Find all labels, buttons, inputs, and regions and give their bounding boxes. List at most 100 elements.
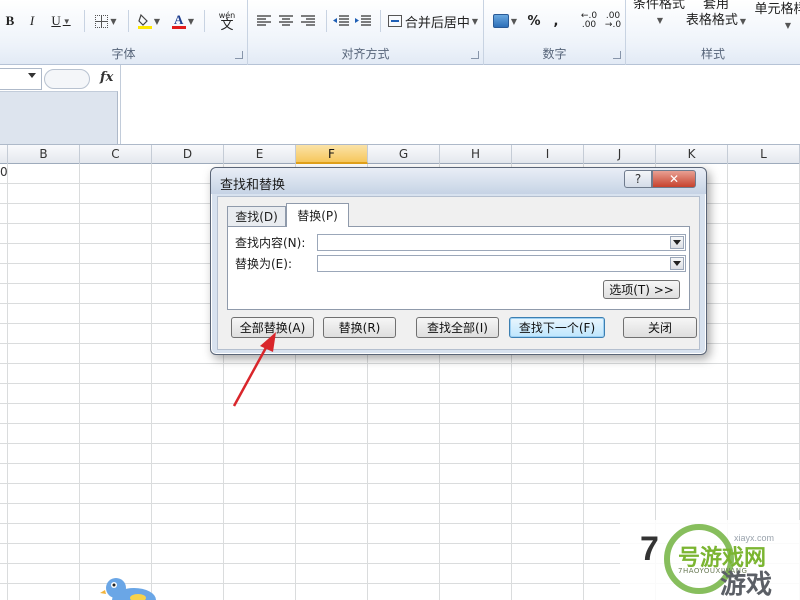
currency-button[interactable]: ▼ (490, 10, 520, 32)
find-all-button[interactable]: 查找全部(I) (416, 317, 499, 338)
styles-group-label: 样式 (700, 47, 725, 61)
chevron-down-icon[interactable] (670, 236, 684, 249)
percent-button[interactable]: % (526, 10, 542, 32)
column-headers: BCDEFGHIJKL (0, 145, 800, 164)
decrease-decimal-icon: →.0 (604, 20, 622, 30)
column-header-d[interactable]: D (152, 145, 224, 164)
chevron-down-icon: ▼ (153, 16, 161, 26)
dialog-launcher-icon[interactable] (613, 51, 621, 59)
chevron-down-icon[interactable] (28, 73, 36, 78)
format-as-table-button[interactable]: 套用 表格格式 ▼ (684, 0, 748, 28)
column-header-l[interactable]: L (728, 145, 800, 164)
find-what-input[interactable] (317, 234, 686, 251)
find-replace-dialog: 查找和替换 ? ✕ 查找(D) 替换(P) 查找内容(N): 替换为(E): 选… (210, 167, 707, 355)
bird-mascot-icon (100, 578, 156, 600)
watermark-number: 7 (640, 530, 659, 568)
align-center-icon[interactable] (278, 10, 294, 32)
grid-column-line (79, 164, 80, 600)
svg-text:A: A (174, 12, 184, 27)
border-grid-icon (95, 14, 109, 28)
increase-decimal-button[interactable]: ←.0.00 (578, 10, 600, 32)
chevron-down-icon: ▼ (784, 21, 792, 30)
name-box[interactable] (0, 68, 42, 90)
tab-replace[interactable]: 替换(P) (286, 203, 349, 227)
column-header-k[interactable]: K (656, 145, 728, 164)
column-header-i[interactable]: I (512, 145, 584, 164)
border-button[interactable]: ▼ (90, 10, 122, 32)
grid-column-line (7, 164, 8, 600)
font-group: B I U ▼ ▼ ▼ A ▼ wén 文 字体 (0, 0, 248, 65)
decrease-decimal-button[interactable]: .00 →.0 (602, 10, 624, 32)
phonetic-char: 文 (220, 18, 234, 33)
replace-with-input[interactable] (317, 255, 686, 272)
ribbon: B I U ▼ ▼ ▼ A ▼ wén 文 字体 合并后居中 ▼ 对齐方式 ▼ … (0, 0, 800, 65)
paint-bucket-icon (137, 13, 152, 29)
chevron-down-icon: ▼ (510, 16, 518, 26)
help-button[interactable]: ? (624, 170, 652, 188)
font-color-icon: A (171, 12, 186, 30)
bold-button[interactable]: B (2, 10, 18, 32)
column-header-h[interactable]: H (440, 145, 512, 164)
number-group-label: 数字 (542, 47, 567, 61)
replace-with-label: 替换为(E): (235, 257, 292, 271)
comma-button[interactable]: , (550, 10, 562, 32)
conditional-format-button[interactable]: 条件格式 ▼ (628, 0, 690, 25)
phonetic-button[interactable]: wén 文 (210, 10, 244, 32)
alignment-group: 合并后居中 ▼ 对齐方式 (248, 0, 484, 65)
underline-label: U (51, 13, 61, 28)
format-table-label-2: 表格格式 ▼ (685, 12, 747, 28)
font-color-button[interactable]: A ▼ (168, 10, 198, 32)
chevron-down-icon: ▼ (62, 16, 71, 26)
find-next-button[interactable]: 查找下一个(F) (509, 317, 605, 338)
merge-center-label: 合并后居中 (404, 15, 470, 31)
formula-resize-handle[interactable] (44, 69, 90, 89)
column-header-c[interactable]: C (80, 145, 152, 164)
increase-decimal-label: .00 (581, 20, 597, 30)
cell-styles-button[interactable]: 单元格样式 ▼ (748, 2, 800, 30)
chevron-down-icon: ▼ (656, 16, 664, 25)
currency-icon (492, 14, 509, 28)
replace-button[interactable]: 替换(R) (323, 317, 396, 338)
alignment-group-label: 对齐方式 (341, 47, 390, 61)
watermark-logo: 7 xiayx.com 号游戏网 7HAOYOUXIWANG 游戏 (620, 520, 800, 600)
column-header-b[interactable]: B (8, 145, 80, 164)
formula-input[interactable] (120, 65, 800, 144)
dialog-launcher-icon[interactable] (471, 51, 479, 59)
column-header-j[interactable]: J (584, 145, 656, 164)
italic-button[interactable]: I (24, 10, 40, 32)
font-group-label: 字体 (111, 47, 136, 61)
dialog-title: 查找和替换 (220, 178, 286, 193)
insert-function-icon[interactable]: fx (100, 70, 116, 88)
cell-styles-label: 单元格样式 (754, 2, 800, 17)
align-left-icon[interactable] (256, 10, 272, 32)
merge-cells-icon (387, 15, 402, 27)
fill-color-button[interactable]: ▼ (134, 10, 164, 32)
chevron-down-icon[interactable] (670, 257, 684, 270)
chevron-down-icon: ▼ (471, 16, 479, 26)
number-group: ▼ % , ←.0.00 .00 →.0 数字 (484, 0, 626, 65)
underline-button[interactable]: U ▼ (48, 10, 74, 32)
close-button[interactable]: 关闭 (623, 317, 697, 338)
align-right-icon[interactable] (300, 10, 316, 32)
column-header-a-partial[interactable] (0, 145, 8, 164)
formula-bar-side-panel (0, 91, 118, 144)
options-button[interactable]: 选项(T) >> (603, 280, 680, 299)
conditional-format-label: 条件格式 (632, 0, 685, 12)
close-icon[interactable]: ✕ (652, 170, 696, 188)
red-arrow-annotation (232, 332, 276, 407)
column-header-g[interactable]: G (368, 145, 440, 164)
decrease-indent-icon[interactable] (332, 10, 350, 32)
format-table-label-1: 套用 (702, 0, 729, 12)
grid-column-line (151, 164, 152, 600)
column-header-f[interactable]: F (296, 145, 368, 164)
dialog-launcher-icon[interactable] (235, 51, 243, 59)
chevron-down-icon: ▼ (187, 16, 195, 26)
increase-indent-icon[interactable] (354, 10, 372, 32)
merge-center-button[interactable]: 合并后居中 ▼ (386, 10, 480, 32)
column-header-e[interactable]: E (224, 145, 296, 164)
chevron-down-icon: ▼ (110, 16, 117, 26)
find-what-label: 查找内容(N): (235, 236, 306, 250)
tab-find[interactable]: 查找(D) (227, 206, 286, 226)
styles-group: 条件格式 ▼ 套用 表格格式▼ 单元格样式 ▼ 样式 (626, 0, 800, 65)
dialog-titlebar[interactable]: 查找和替换 ? ✕ (211, 168, 706, 194)
